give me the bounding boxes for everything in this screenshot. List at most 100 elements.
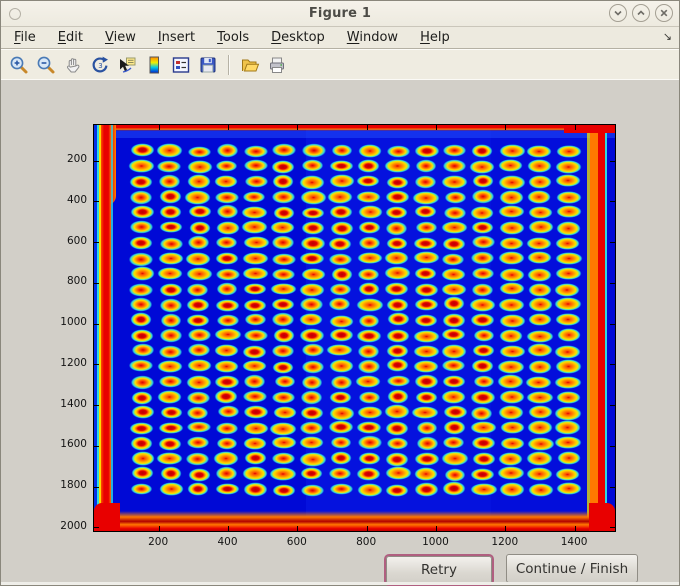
axis-tick (94, 242, 99, 244)
scan-seam (94, 131, 615, 138)
assay-spot (272, 406, 298, 419)
menu-item-file[interactable]: File (14, 30, 36, 45)
assay-spot (129, 312, 152, 327)
menu-item-help[interactable]: Help (420, 30, 450, 45)
assay-spot (214, 344, 239, 358)
assay-spot (241, 359, 268, 373)
assay-spot (498, 482, 526, 497)
assay-spot (241, 267, 270, 281)
assay-spot (242, 437, 267, 450)
assay-spot (471, 266, 495, 281)
shade-button[interactable] (609, 4, 627, 22)
assay-spot (444, 467, 467, 482)
assay-spot (158, 328, 184, 343)
axis-tick (610, 527, 615, 529)
assay-spot (414, 452, 440, 466)
menu-item-desktop[interactable]: Desktop (271, 30, 325, 45)
axis-tick (610, 405, 615, 407)
assay-spot (497, 466, 525, 481)
rotate-3d-icon[interactable]: 3 (89, 54, 111, 76)
unshade-button[interactable] (632, 4, 650, 22)
axis-tick (297, 526, 299, 531)
assay-spot (243, 174, 270, 189)
assay-spot (356, 421, 382, 434)
axis-tick (435, 125, 437, 130)
assay-spot (128, 252, 154, 267)
open-folder-icon[interactable] (239, 54, 261, 76)
assay-spot (470, 312, 495, 328)
assay-spot (356, 359, 381, 374)
assay-spot (187, 467, 211, 483)
assay-spot (130, 143, 155, 157)
retry-button[interactable]: Retry (386, 556, 492, 584)
assay-spot (442, 236, 466, 251)
axis-tick (610, 445, 615, 447)
assay-spot (242, 421, 270, 436)
continue-finish-button[interactable]: Continue / Finish (506, 554, 638, 583)
zoom-in-icon[interactable] (8, 54, 30, 76)
assay-spot (415, 420, 439, 435)
assay-spot (413, 237, 439, 250)
assay-spot (384, 189, 411, 204)
assay-spot (413, 204, 437, 219)
assay-spot (129, 435, 153, 451)
assay-spot (468, 298, 497, 312)
window-titlebar: Figure 1 (1, 1, 679, 27)
assay-spot (384, 421, 409, 436)
assay-spot (159, 220, 184, 234)
axis-tick (610, 242, 615, 244)
axis-tick (505, 125, 507, 130)
window-menu-icon[interactable] (9, 8, 21, 20)
axis-tick-label: 600 (66, 234, 87, 247)
assay-spot (498, 345, 527, 358)
axis-tick-label: 1000 (60, 316, 87, 329)
menu-item-window[interactable]: Window (347, 30, 398, 45)
assay-spot (158, 189, 183, 205)
axis-tick (227, 125, 229, 130)
colorbar-icon[interactable] (143, 54, 165, 76)
assay-spot (553, 344, 581, 359)
assay-spot (442, 313, 467, 328)
assay-spot (157, 266, 184, 280)
assay-spot (215, 482, 240, 496)
assay-spot (412, 360, 440, 373)
menubar: File Edit View Insert Tools Desktop Window Help… (1, 27, 679, 49)
close-button[interactable] (655, 4, 673, 22)
assay-spot (271, 235, 295, 250)
assay-spot (386, 236, 409, 250)
assay-spot (496, 374, 524, 389)
assay-spot (527, 359, 553, 374)
assay-spot (241, 251, 270, 265)
axis-tick-label: 200 (66, 153, 87, 166)
axis-tick-label: 1000 (422, 536, 449, 548)
data-cursor-icon[interactable] (116, 54, 138, 76)
assay-spot (329, 282, 352, 297)
assay-spot (157, 437, 182, 452)
zoom-out-icon[interactable] (35, 54, 57, 76)
assay-spot (215, 465, 238, 481)
assay-spot (358, 451, 381, 466)
assay-spot (242, 405, 269, 420)
assay-spot (527, 251, 552, 264)
menu-item-view[interactable]: View (105, 30, 136, 45)
assay-spot (216, 221, 241, 236)
menu-item-insert[interactable]: Insert (158, 30, 195, 45)
assay-spot (358, 390, 381, 404)
legend-icon[interactable] (170, 54, 192, 76)
assay-spot (271, 451, 297, 466)
assay-spot (187, 235, 211, 251)
print-icon[interactable] (266, 54, 288, 76)
assay-spot (185, 436, 210, 450)
assay-spot (128, 219, 154, 235)
assay-spot (187, 328, 212, 342)
save-icon[interactable] (197, 54, 219, 76)
assay-spot (555, 252, 583, 265)
assay-spot (470, 251, 495, 266)
assay-spot (271, 252, 297, 267)
assay-spot (298, 435, 324, 450)
menu-item-tools[interactable]: Tools (217, 30, 249, 45)
assay-spot (471, 189, 495, 204)
menu-overflow-icon[interactable]: ↘ (663, 30, 672, 43)
pan-icon[interactable] (62, 54, 84, 76)
menu-item-edit[interactable]: Edit (58, 30, 83, 45)
